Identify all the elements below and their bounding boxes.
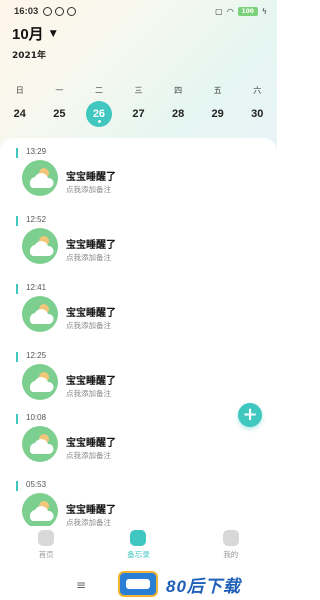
weekday-label: 日 xyxy=(15,86,24,95)
status-right: ▢ ◠ 100 ϟ xyxy=(215,6,267,16)
day-fri[interactable]: 五 29 xyxy=(198,85,238,127)
date-label: 27 xyxy=(132,108,145,120)
tab-home[interactable]: 首页 xyxy=(0,526,92,568)
weekday-label: 一 xyxy=(55,86,64,95)
watermark-text: 80后下载 xyxy=(166,576,241,596)
entry-note[interactable]: 点我添加备注 xyxy=(66,320,111,331)
day-sun[interactable]: 日 24 xyxy=(0,85,40,127)
tab-memo[interactable]: 备忘录 xyxy=(92,526,184,568)
day-thu[interactable]: 四 28 xyxy=(158,85,198,127)
month-selector[interactable]: 10月 ▼ xyxy=(12,23,57,44)
profile-icon xyxy=(222,530,239,546)
memo-icon xyxy=(130,530,147,546)
battery-icon: 100 xyxy=(237,6,258,16)
notification-icon xyxy=(43,6,53,16)
status-notification-icons xyxy=(43,6,77,16)
entry-time: 12:52 xyxy=(26,215,47,224)
caret-down-icon: ▼ xyxy=(49,28,57,39)
day-sat[interactable]: 六 30 xyxy=(237,85,277,127)
time-marker xyxy=(16,284,18,294)
date-label: 30 xyxy=(251,108,264,120)
date-label: 28 xyxy=(171,108,185,120)
entry-time: 13:29 xyxy=(26,147,47,156)
time-marker xyxy=(16,148,18,158)
sim-icon: ▢ xyxy=(215,6,223,16)
add-record-button[interactable]: + xyxy=(238,403,262,427)
day-wed[interactable]: 三 27 xyxy=(119,85,159,127)
weekday-label: 四 xyxy=(174,86,183,95)
menu-icon[interactable]: ≡ xyxy=(76,578,86,592)
day-mon[interactable]: 一 25 xyxy=(40,85,80,127)
entry-note[interactable]: 点我添加备注 xyxy=(66,388,111,399)
sleep-cloud-icon xyxy=(22,426,58,462)
entry-title: 宝宝睡醒了 xyxy=(66,376,116,387)
status-bar: 16:03 ▢ ◠ 100 ϟ xyxy=(0,0,277,22)
entry-title: 宝宝睡醒了 xyxy=(66,308,116,319)
sleep-cloud-icon xyxy=(22,493,58,529)
date-label: 24 xyxy=(13,108,26,120)
tab-label: 备忘录 xyxy=(127,550,150,559)
time-marker xyxy=(16,414,18,424)
entry-title: 宝宝睡醒了 xyxy=(66,438,116,449)
weekday-label: 二 xyxy=(94,86,103,95)
timeline-entry[interactable]: 12:41 宝宝睡醒了 点我添加备注 xyxy=(0,280,277,348)
entry-time: 12:25 xyxy=(26,351,47,360)
entry-time: 12:41 xyxy=(26,283,47,292)
status-time: 16:03 xyxy=(14,5,39,17)
notification-icon xyxy=(55,6,65,16)
date-label: 29 xyxy=(211,108,224,120)
entry-title: 宝宝睡醒了 xyxy=(66,505,116,516)
sleep-cloud-icon xyxy=(22,296,58,332)
timeline-entry[interactable]: 13:29 宝宝睡醒了 点我添加备注 xyxy=(0,144,277,212)
timeline-entry[interactable]: 10:08 宝宝睡醒了 点我添加备注 xyxy=(0,410,277,478)
watermark: 80后下载 xyxy=(118,568,277,600)
month-label: 10月 xyxy=(12,26,44,43)
tab-label: 首页 xyxy=(38,550,54,559)
entry-title: 宝宝睡醒了 xyxy=(66,240,116,251)
time-marker xyxy=(16,481,18,491)
entry-time: 05:53 xyxy=(26,480,47,489)
entry-note[interactable]: 点我添加备注 xyxy=(66,450,111,461)
time-marker xyxy=(16,352,18,362)
weekday-label: 六 xyxy=(253,86,262,95)
weekday-label: 三 xyxy=(134,86,143,95)
week-strip: 日 24 一 25 二 26 三 27 四 28 五 29 六 30 xyxy=(0,85,277,127)
charging-icon: ϟ xyxy=(261,6,267,16)
home-icon xyxy=(38,530,55,546)
wifi-icon: ◠ xyxy=(226,6,234,16)
notification-icon xyxy=(67,6,77,16)
tab-profile[interactable]: 我的 xyxy=(185,526,277,568)
bottom-tab-bar: 首页 备忘录 我的 xyxy=(0,526,277,568)
year-label: 2021年 xyxy=(12,51,47,61)
time-marker xyxy=(16,216,18,226)
day-tue-selected[interactable]: 二 26 xyxy=(79,85,119,127)
watermark-logo-icon xyxy=(118,571,158,597)
weekday-label: 五 xyxy=(213,86,222,95)
entry-time: 10:08 xyxy=(26,413,47,422)
date-label: 26 xyxy=(85,101,112,127)
timeline-entry[interactable]: 12:52 宝宝睡醒了 点我添加备注 xyxy=(0,212,277,280)
tab-label: 我的 xyxy=(223,550,239,559)
entry-title: 宝宝睡醒了 xyxy=(66,172,116,183)
sleep-cloud-icon xyxy=(22,364,58,400)
timeline-entry[interactable]: 12:25 宝宝睡醒了 点我添加备注 xyxy=(0,348,277,416)
entry-note[interactable]: 点我添加备注 xyxy=(66,252,111,263)
entry-note[interactable]: 点我添加备注 xyxy=(66,184,111,195)
sleep-cloud-icon xyxy=(22,228,58,264)
sleep-cloud-icon xyxy=(22,160,58,196)
date-label: 25 xyxy=(53,108,66,120)
